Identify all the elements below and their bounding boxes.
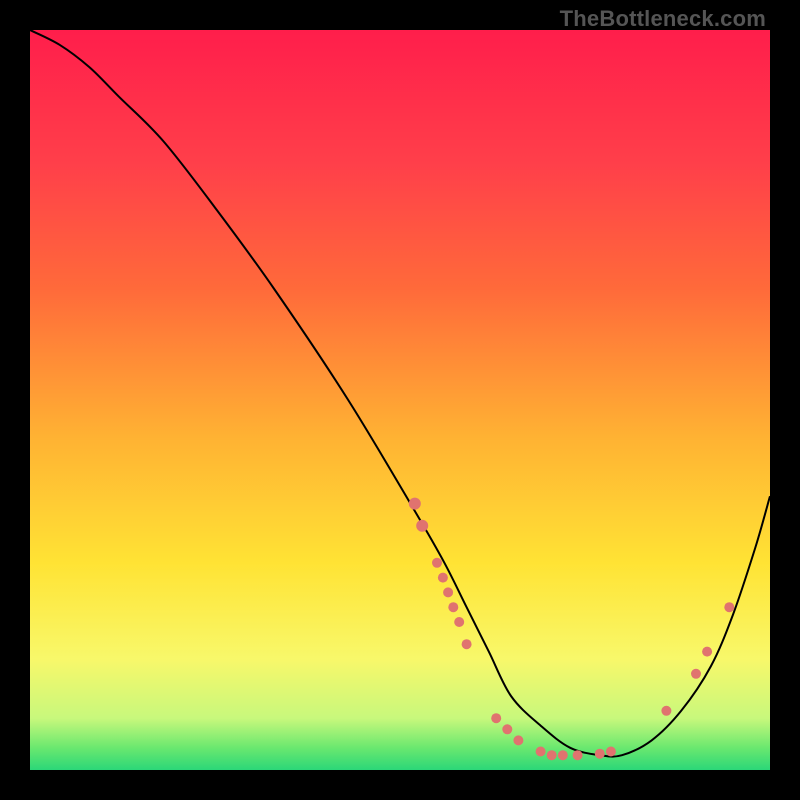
data-point: [448, 602, 458, 612]
data-point: [536, 747, 546, 757]
data-point: [702, 647, 712, 657]
plot-area: [30, 30, 770, 770]
data-point: [547, 750, 557, 760]
gradient-background: [30, 30, 770, 770]
data-point: [438, 573, 448, 583]
data-point: [724, 602, 734, 612]
bottleneck-chart: [30, 30, 770, 770]
data-point: [462, 639, 472, 649]
data-point: [558, 750, 568, 760]
data-point: [573, 750, 583, 760]
data-point: [691, 669, 701, 679]
data-point: [454, 617, 464, 627]
data-point: [416, 520, 428, 532]
data-point: [606, 747, 616, 757]
watermark-text: TheBottleneck.com: [560, 6, 766, 32]
data-point: [491, 713, 501, 723]
chart-frame: TheBottleneck.com: [0, 0, 800, 800]
data-point: [443, 587, 453, 597]
data-point: [513, 735, 523, 745]
data-point: [432, 558, 442, 568]
data-point: [661, 706, 671, 716]
data-point: [595, 749, 605, 759]
data-point: [409, 498, 421, 510]
data-point: [502, 724, 512, 734]
